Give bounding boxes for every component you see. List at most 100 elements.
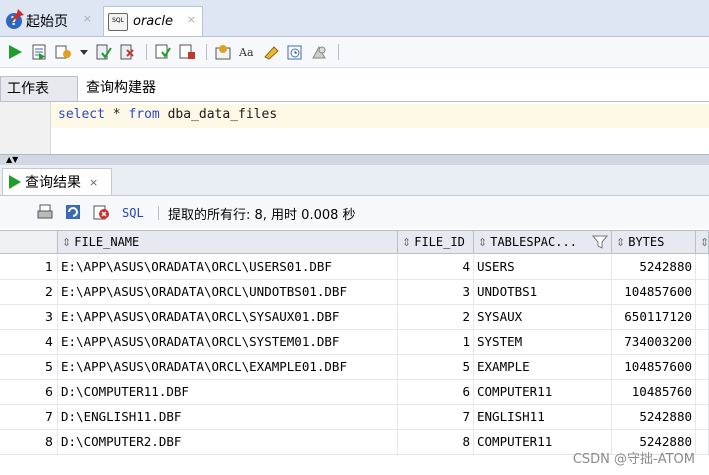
cell-bytes[interactable]: 5242880 (612, 404, 696, 429)
column-header-label: BYTES (628, 235, 665, 249)
refresh-icon[interactable] (64, 203, 82, 221)
collapse-arrows-icon[interactable]: ▲▼ (6, 155, 18, 164)
cell-bytes[interactable]: 734003200 (612, 329, 696, 354)
cell-file-id[interactable]: 4 (398, 254, 474, 279)
column-header-overflow[interactable]: ⇕ (696, 230, 709, 254)
table-row[interactable]: 1 E:\APP\ASUS\ORADATA\ORCL\USERS01.DBF 4… (0, 254, 709, 280)
row-number: 6 (0, 379, 58, 404)
cell-file-name[interactable]: D:\ENGLISH11.DBF (58, 404, 398, 429)
cancel-query-icon[interactable] (92, 203, 110, 221)
svg-text:Aa: Aa (238, 46, 254, 59)
fetch-status-text: 提取的所有行: 8, 用时 0.008 秒 (168, 208, 356, 223)
cell-overflow (696, 379, 709, 404)
sort-icon: ⇕ (700, 236, 709, 249)
table-row[interactable]: 2 E:\APP\ASUS\ORADATA\ORCL\UNDOTBS01.DBF… (0, 279, 709, 305)
cell-file-name[interactable]: E:\APP\ASUS\ORADATA\ORCL\SYSAUX01.DBF (58, 304, 398, 329)
results-grid: ⇕ FILE_NAME ⇕ FILE_ID ⇕ TABLESPAC... ⇕ BYTES… (0, 230, 709, 475)
column-header-file-name[interactable]: ⇕ FILE_NAME (58, 230, 398, 254)
tab-close-icon[interactable]: × (187, 13, 196, 26)
autotrace-icon[interactable] (54, 43, 72, 61)
cell-file-id[interactable]: 2 (398, 304, 474, 329)
toolbar-separator (146, 44, 147, 60)
to-upper-lower-icon[interactable]: Aa (238, 43, 256, 61)
pane-splitter[interactable]: ▲▼ (0, 154, 709, 165)
cell-bytes[interactable]: 10485760 (612, 379, 696, 404)
table-row[interactable]: 6 D:\COMPUTER11.DBF 6 COMPUTER11 1048576… (0, 379, 709, 405)
sql-history-icon[interactable] (286, 43, 304, 61)
cell-bytes[interactable]: 104857600 (612, 354, 696, 379)
tab-worksheet[interactable]: 工作表 (0, 76, 78, 101)
cell-tablespace[interactable]: COMPUTER11 (474, 379, 612, 404)
tab-close-icon[interactable]: × (83, 12, 92, 25)
clear-eraser-icon[interactable] (262, 43, 280, 61)
row-number: 5 (0, 354, 58, 379)
toolbar-separator (338, 44, 339, 60)
cell-tablespace[interactable]: SYSAUX (474, 304, 612, 329)
cell-tablespace[interactable]: USERS (474, 254, 612, 279)
column-header-bytes[interactable]: ⇕ BYTES (612, 230, 696, 254)
cell-overflow (696, 279, 709, 304)
unshared-sql-icon[interactable] (154, 43, 172, 61)
explain-plan-icon[interactable] (178, 43, 196, 61)
cell-file-name[interactable]: D:\COMPUTER11.DBF (58, 379, 398, 404)
run-statement-icon[interactable] (6, 43, 24, 61)
run-script-icon[interactable] (30, 43, 48, 61)
cell-bytes[interactable]: 104857600 (612, 279, 696, 304)
toolbar-separator (206, 44, 207, 60)
run-result-icon (9, 175, 21, 189)
watermark: CSDN @守拙-ATOM (572, 452, 695, 467)
cell-file-id[interactable]: 3 (398, 279, 474, 304)
tab-label: oracle (133, 14, 174, 29)
sort-icon[interactable]: ⇕ (62, 236, 71, 249)
cell-file-name[interactable]: E:\APP\ASUS\ORADATA\ORCL\USERS01.DBF (58, 254, 398, 279)
row-number: 3 (0, 304, 58, 329)
cell-tablespace[interactable]: EXAMPLE (474, 354, 612, 379)
tab-query-result[interactable]: 查询结果 × (2, 168, 112, 195)
sql-code[interactable]: select * from dba_data_files (58, 107, 277, 122)
sql-editor[interactable]: select * from dba_data_files (0, 102, 709, 154)
cell-tablespace[interactable]: SYSTEM (474, 329, 612, 354)
toolbar-separator (158, 206, 159, 220)
cell-file-id[interactable]: 7 (398, 404, 474, 429)
cell-overflow (696, 354, 709, 379)
sort-icon[interactable]: ⇕ (402, 236, 411, 249)
sql-button[interactable]: SQL (122, 206, 144, 220)
cell-file-name[interactable]: D:\COMPUTER2.DBF (58, 429, 398, 454)
cell-file-id[interactable]: 5 (398, 354, 474, 379)
tab-oracle-worksheet[interactable]: SQL oracle × (103, 6, 203, 36)
tab-close-icon[interactable]: × (89, 176, 98, 189)
column-header-label: FILE_ID (414, 235, 465, 249)
cell-file-id[interactable]: 6 (398, 379, 474, 404)
pin-icon[interactable] (8, 7, 26, 25)
cell-file-name[interactable]: E:\APP\ASUS\ORADATA\ORCL\UNDOTBS01.DBF (58, 279, 398, 304)
dropdown-arrow-icon[interactable] (78, 43, 90, 61)
cell-bytes[interactable]: 650117120 (612, 304, 696, 329)
cell-file-name[interactable]: E:\APP\ASUS\ORADATA\ORCL\EXAMPLE01.DBF (58, 354, 398, 379)
sort-icon[interactable]: ⇕ (478, 236, 487, 249)
monitor-tools-icon[interactable] (310, 43, 328, 61)
tab-query-builder[interactable]: 查询构建器 (80, 76, 162, 101)
table-row[interactable]: 5 E:\APP\ASUS\ORADATA\ORCL\EXAMPLE01.DBF… (0, 354, 709, 380)
column-header-file-id[interactable]: ⇕ FILE_ID (398, 230, 474, 254)
table-row[interactable]: 3 E:\APP\ASUS\ORADATA\ORCL\SYSAUX01.DBF … (0, 304, 709, 330)
cell-tablespace[interactable]: ENGLISH11 (474, 404, 612, 429)
print-icon[interactable] (36, 203, 54, 221)
sort-icon[interactable]: ⇕ (616, 236, 625, 249)
cell-overflow (696, 404, 709, 429)
cell-file-name[interactable]: E:\APP\ASUS\ORADATA\ORCL\SYSTEM01.DBF (58, 329, 398, 354)
column-header-tablespace[interactable]: ⇕ TABLESPAC... (474, 230, 612, 254)
worksheet-toolbar: Aa (0, 37, 709, 68)
cell-bytes[interactable]: 5242880 (612, 254, 696, 279)
filter-icon[interactable] (592, 234, 608, 250)
code-text: dba_data_files (159, 107, 278, 122)
cell-tablespace[interactable]: UNDOTBS1 (474, 279, 612, 304)
table-row[interactable]: 7 D:\ENGLISH11.DBF 7 ENGLISH11 5242880 (0, 404, 709, 430)
cell-file-id[interactable]: 8 (398, 429, 474, 454)
row-number-header (0, 230, 58, 254)
commit-icon[interactable] (94, 43, 112, 61)
table-row[interactable]: 4 E:\APP\ASUS\ORADATA\ORCL\SYSTEM01.DBF … (0, 329, 709, 355)
sql-tuning-icon[interactable] (214, 43, 232, 61)
row-number: 7 (0, 404, 58, 429)
cell-file-id[interactable]: 1 (398, 329, 474, 354)
rollback-icon[interactable] (118, 43, 136, 61)
